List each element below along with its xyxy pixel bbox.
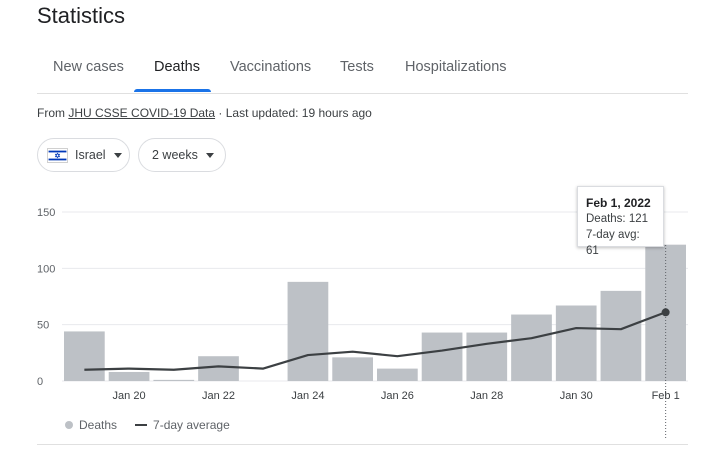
bar <box>377 368 418 381</box>
bar <box>64 331 105 381</box>
bar <box>332 357 373 381</box>
legend-bar-swatch <box>65 421 73 429</box>
bar <box>153 379 195 381</box>
bar <box>511 314 552 381</box>
x-tick-label: Jan 30 <box>560 390 593 402</box>
bar <box>287 281 329 381</box>
bar <box>466 332 508 381</box>
x-tick-label: Jan 26 <box>381 390 414 402</box>
tooltip-deaths: Deaths: 121 <box>586 213 649 225</box>
avg-point <box>661 308 670 317</box>
bar <box>198 356 239 381</box>
divider <box>37 444 688 445</box>
chart-tooltip: Feb 1, 2022 Deaths: 121 7-day avg: 61 <box>577 186 664 257</box>
y-tick-label: 150 <box>37 207 55 219</box>
x-tick-label: Feb 1 <box>652 390 680 402</box>
x-tick-label: Jan 22 <box>202 390 235 402</box>
legend-bars-label: Deaths <box>79 418 118 432</box>
bar <box>555 305 597 381</box>
chart-legend: Deaths 7-day average <box>65 418 230 432</box>
legend-line-label: 7-day average <box>153 418 230 432</box>
y-tick-label: 50 <box>37 320 49 332</box>
y-tick-label: 0 <box>37 376 43 388</box>
x-tick-label: Jan 20 <box>113 390 146 402</box>
x-tick-label: Jan 28 <box>470 390 503 402</box>
tooltip-avg: 7-day avg: 61 <box>586 229 640 257</box>
bar <box>421 332 463 381</box>
bar <box>600 290 642 381</box>
y-tick-label: 100 <box>37 263 55 275</box>
x-tick-label: Jan 24 <box>291 390 324 402</box>
bar <box>108 371 150 381</box>
legend-line-swatch <box>135 424 148 426</box>
tooltip-date: Feb 1, 2022 <box>586 196 651 210</box>
